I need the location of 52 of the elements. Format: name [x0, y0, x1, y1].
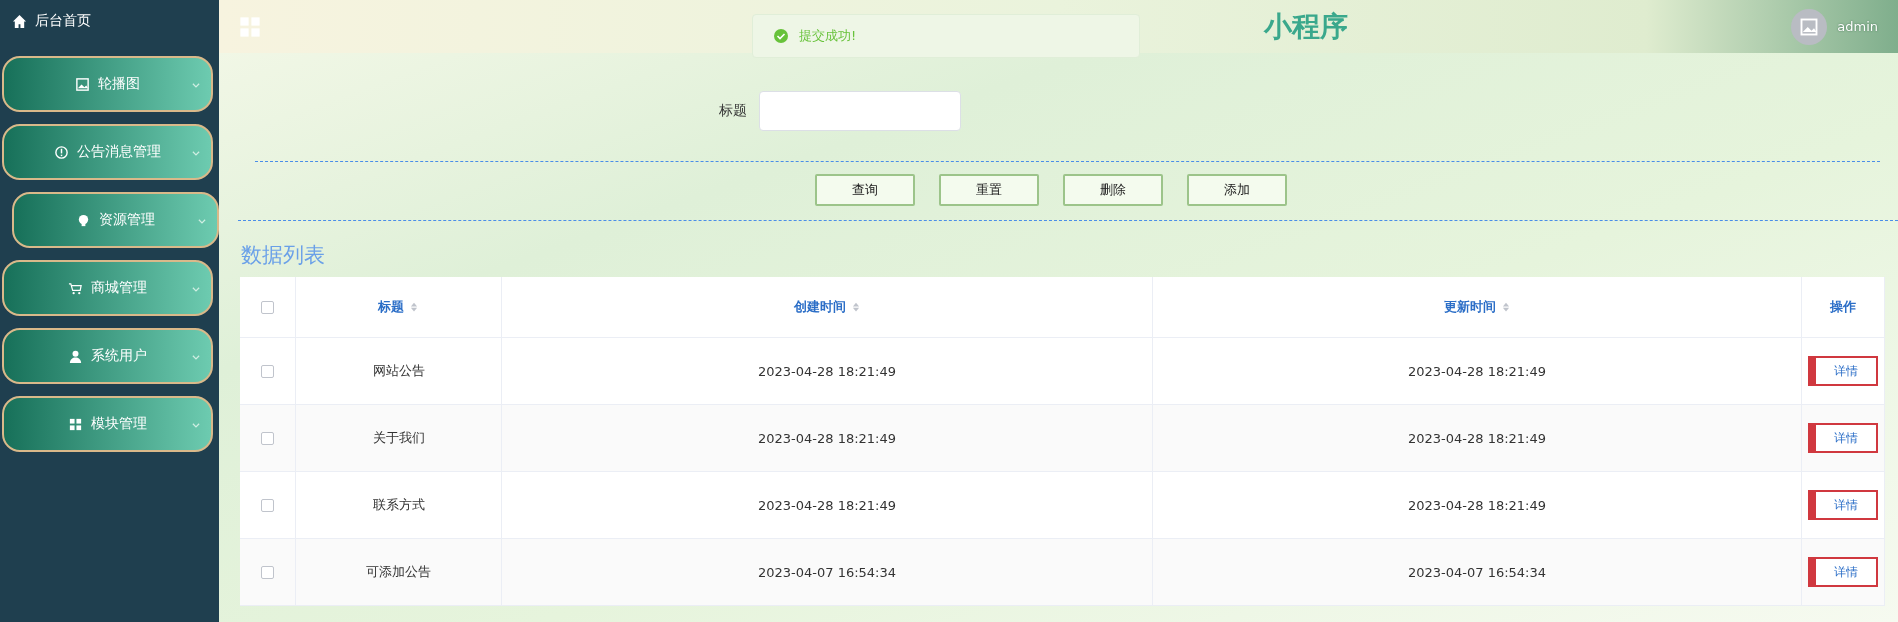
- chevron-down-icon: [191, 80, 201, 90]
- grid-menu-icon: [239, 15, 261, 38]
- grid-icon: [68, 416, 83, 432]
- checkbox[interactable]: [261, 498, 274, 512]
- chevron-down-icon: [191, 148, 201, 158]
- cart-icon: [68, 280, 83, 296]
- menu-item[interactable]: 系统用户: [2, 328, 213, 384]
- field-label: 标题: [719, 102, 747, 120]
- menu-item[interactable]: 商城管理: [2, 260, 213, 316]
- menu-item[interactable]: 公告消息管理: [2, 124, 213, 180]
- table-cell: 2023-04-07 16:54:34: [502, 539, 1153, 606]
- checkbox[interactable]: [261, 364, 274, 378]
- home-icon: [12, 13, 27, 29]
- menu-item[interactable]: 资源管理: [12, 192, 219, 248]
- menu-item[interactable]: 模块管理: [2, 396, 213, 452]
- details-button[interactable]: 详情: [1808, 356, 1878, 386]
- checkbox[interactable]: [261, 565, 274, 579]
- column-header[interactable]: 更新时间: [1153, 277, 1802, 338]
- details-button[interactable]: 详情: [1808, 423, 1878, 453]
- table-cell: 关于我们: [296, 405, 502, 472]
- chevron-down-icon: [191, 284, 201, 294]
- checkbox[interactable]: [261, 300, 274, 314]
- details-button[interactable]: 详情: [1808, 557, 1878, 587]
- table-cell: 可添加公告: [296, 539, 502, 606]
- app-title: 小程序: [1264, 8, 1349, 45]
- section-title: 数据列表: [241, 242, 326, 269]
- column-header: 操作: [1830, 298, 1856, 316]
- action-button[interactable]: 删除: [1063, 174, 1163, 206]
- table-cell: 2023-04-28 18:21:49: [502, 405, 1153, 472]
- toast-text: 提交成功!: [799, 27, 857, 45]
- avatar: [1791, 8, 1828, 45]
- chevron-down-icon: [191, 420, 201, 430]
- home-link[interactable]: 后台首页: [35, 12, 91, 30]
- title-input[interactable]: [759, 91, 961, 131]
- action-button[interactable]: 添加: [1187, 174, 1287, 206]
- table-cell: 2023-04-07 16:54:34: [1153, 539, 1802, 606]
- column-header[interactable]: 标题: [296, 277, 502, 338]
- menu-item[interactable]: 轮播图: [2, 56, 213, 112]
- action-button[interactable]: 查询: [815, 174, 915, 206]
- lightbulb-icon: [76, 212, 91, 228]
- username: admin: [1837, 19, 1878, 34]
- success-check-icon: [773, 28, 789, 44]
- table-cell: 2023-04-28 18:21:49: [1153, 405, 1802, 472]
- image-icon: [75, 76, 90, 92]
- user-icon: [68, 348, 83, 364]
- chevron-down-icon: [197, 216, 207, 226]
- chevron-down-icon: [191, 352, 201, 362]
- details-button[interactable]: 详情: [1808, 490, 1878, 520]
- action-button[interactable]: 重置: [939, 174, 1039, 206]
- checkbox[interactable]: [261, 431, 274, 445]
- info-icon: [54, 144, 69, 160]
- column-header[interactable]: 创建时间: [502, 277, 1153, 338]
